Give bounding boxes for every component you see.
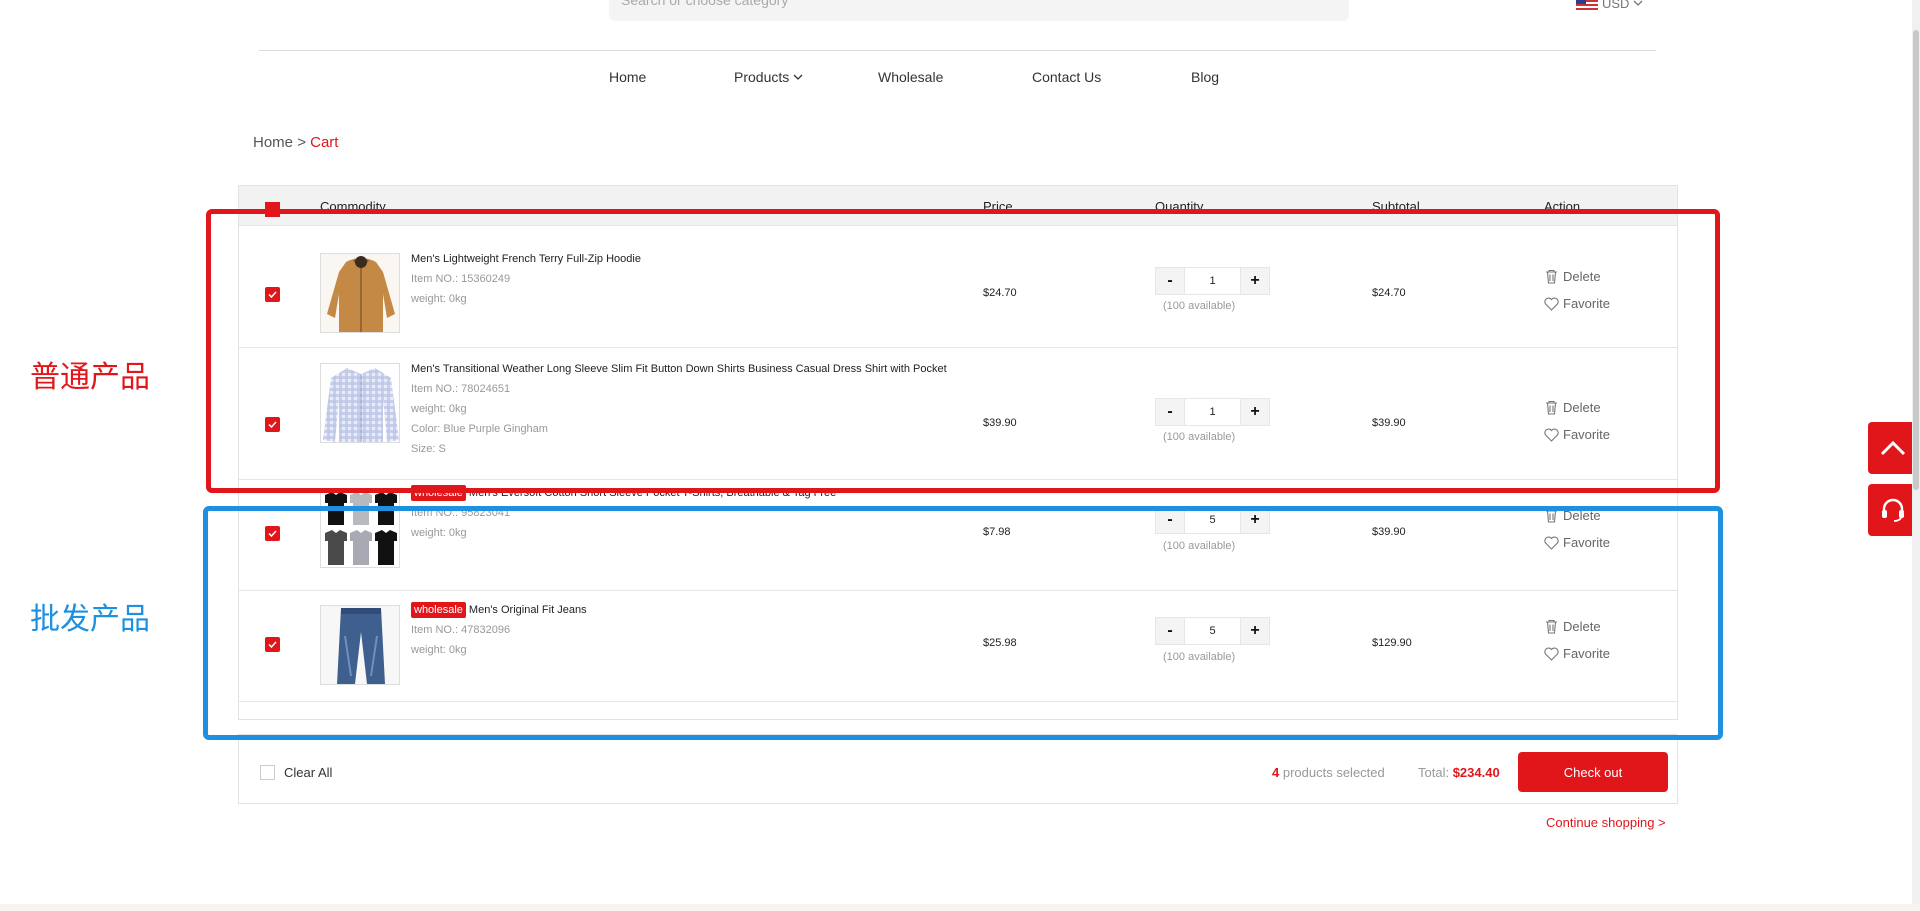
selected-summary: 4 products selected [1272,765,1385,780]
scrollbar-thumb[interactable] [1913,30,1919,490]
back-to-top-button[interactable] [1868,422,1918,474]
nav-home[interactable]: Home [609,69,646,85]
us-flag-icon [1576,0,1598,10]
currency-label: USD [1602,0,1630,11]
total-summary: Total: $234.40 [1418,765,1500,780]
selected-count: 4 [1272,765,1280,780]
chevron-up-icon [1880,440,1906,456]
breadcrumb-current: Cart [310,134,339,151]
wholesale-products-highlight [203,506,1723,740]
cart-summary-bar: Clear All 4 products selected Total: $23… [238,734,1678,804]
normal-products-highlight [206,209,1720,493]
headset-icon [1882,498,1904,522]
total-label: Total: [1418,765,1450,780]
nav-products-label: Products [734,69,790,85]
currency-selector[interactable]: USD [1576,0,1643,12]
selected-label: products selected [1282,765,1385,780]
checkout-button[interactable]: Check out [1518,752,1668,792]
breadcrumb-separator: > [297,134,306,151]
wholesale-products-label: 批发产品 [30,602,150,637]
continue-shopping-link[interactable]: Continue shopping > [1546,815,1666,830]
customer-support-button[interactable] [1868,484,1918,536]
clear-all-button[interactable]: Clear All [284,765,332,780]
clear-all-checkbox[interactable] [260,765,275,780]
nav-wholesale[interactable]: Wholesale [878,69,943,85]
breadcrumb-home[interactable]: Home [253,134,293,151]
nav-blog[interactable]: Blog [1191,69,1219,85]
chevron-down-icon [1633,0,1643,6]
total-amount: $234.40 [1452,765,1500,780]
footer-band [0,904,1920,911]
search-input[interactable]: Search or choose category [609,0,1349,21]
nav-products[interactable]: Products [734,69,803,85]
nav-contact[interactable]: Contact Us [1032,69,1101,85]
header-divider [259,50,1656,51]
page-scrollbar[interactable] [1912,0,1920,911]
normal-products-label: 普通产品 [30,360,150,395]
chevron-down-icon [793,74,803,80]
search-placeholder: Search or choose category [621,0,789,8]
breadcrumb: Home > Cart [253,134,338,151]
